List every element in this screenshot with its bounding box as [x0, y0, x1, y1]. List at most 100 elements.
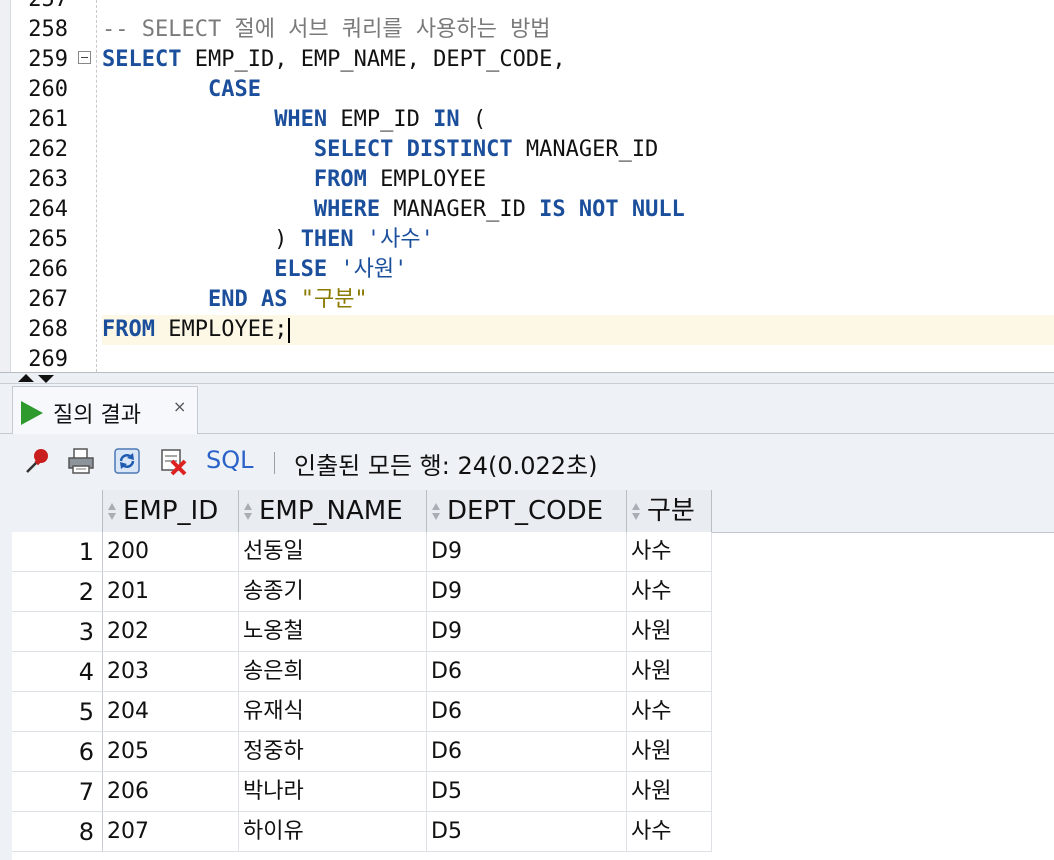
code-line[interactable]: WHERE MANAGER_ID IS NOT NULL [102, 195, 1054, 225]
sort-icon[interactable] [243, 501, 253, 523]
sql-link[interactable]: SQL [206, 446, 254, 474]
table-cell[interactable]: D9 [427, 612, 627, 652]
table-cell[interactable]: 200 [103, 532, 239, 572]
code-line[interactable]: ELSE '사원' [102, 255, 1054, 285]
table-cell[interactable]: 정중하 [239, 732, 427, 772]
sort-icon[interactable] [107, 501, 117, 523]
code-token: ELSE [274, 257, 328, 282]
table-cell[interactable]: 사원 [627, 612, 712, 652]
code-token: -- SELECT 절에 서브 쿼리를 사용하는 방법 [102, 17, 551, 42]
table-cell[interactable]: 206 [103, 772, 239, 812]
table-row[interactable]: 6 205 정중하 D6 사원 [12, 732, 1054, 772]
line-number: 262 [28, 137, 68, 162]
table-cell[interactable]: 사원 [627, 772, 712, 812]
text-caret [288, 317, 291, 343]
code-token: IN [433, 107, 460, 132]
table-cell[interactable]: 사수 [627, 812, 712, 852]
table-cell[interactable]: 205 [103, 732, 239, 772]
table-cell[interactable]: 사수 [627, 532, 712, 572]
table-row[interactable]: 4 203 송은희 D6 사원 [12, 652, 1054, 692]
sort-icon[interactable] [631, 501, 641, 523]
line-number: 269 [28, 347, 68, 372]
table-cell[interactable]: D9 [427, 572, 627, 612]
tab-query-result[interactable]: 질의 결과 × [12, 386, 198, 434]
code-line[interactable] [102, 0, 1054, 15]
column-header-label: 구분 [647, 496, 695, 526]
sql-editor[interactable]: 257258259260261262263264265266267268269 … [0, 0, 1054, 372]
table-cell[interactable]: 사원 [627, 732, 712, 772]
table-cell[interactable]: 203 [103, 652, 239, 692]
table-cell[interactable]: D5 [427, 772, 627, 812]
code-line[interactable]: FROM EMPLOYEE [102, 165, 1054, 195]
code-line[interactable]: ) THEN '사수' [102, 225, 1054, 255]
code-line[interactable]: WHEN EMP_ID IN ( [102, 105, 1054, 135]
table-cell[interactable]: 유재식 [239, 692, 427, 732]
column-header[interactable]: 구분 [627, 490, 712, 532]
tab-label: 질의 결과 [53, 403, 141, 428]
fetch-status-text: 인출된 모든 행: 24(0.022초) [294, 452, 598, 480]
code-line[interactable]: SELECT DISTINCT MANAGER_ID [102, 135, 1054, 165]
table-cell[interactable]: 사수 [627, 692, 712, 732]
table-cell[interactable]: 204 [103, 692, 239, 732]
refresh-icon[interactable] [112, 446, 142, 476]
table-cell[interactable]: 207 [103, 812, 239, 852]
table-cell[interactable]: D6 [427, 652, 627, 692]
code-line[interactable]: SELECT EMP_ID, EMP_NAME, DEPT_CODE, [102, 45, 1054, 75]
delete-icon[interactable] [158, 446, 188, 476]
table-cell[interactable]: D6 [427, 732, 627, 772]
table-cell[interactable]: 선동일 [239, 532, 427, 572]
run-icon [21, 401, 43, 425]
column-header[interactable]: EMP_NAME [239, 490, 427, 532]
result-tabbar: 질의 결과 × [0, 384, 1054, 434]
table-cell[interactable]: 사수 [627, 572, 712, 612]
close-icon[interactable]: × [173, 397, 186, 416]
result-grid[interactable]: EMP_ID EMP_NAME DEPT_CODE 구분 1 200 선동일 D9 사수 2 20… [12, 490, 1054, 860]
table-cell[interactable]: 송종기 [239, 572, 427, 612]
sort-icon[interactable] [431, 501, 441, 523]
code-token: '사원' [340, 257, 408, 282]
table-cell[interactable]: D9 [427, 532, 627, 572]
code-token: EMP_ID [327, 107, 434, 132]
table-row[interactable]: 8 207 하이유 D5 사수 [12, 812, 1054, 852]
print-icon[interactable] [66, 446, 96, 476]
result-toolbar: SQL 인출된 모든 행: 24(0.022초) [0, 434, 1054, 490]
table-row[interactable]: 7 206 박나라 D5 사원 [12, 772, 1054, 812]
current-code-line[interactable]: FROM EMPLOYEE; [102, 315, 1054, 345]
table-cell[interactable]: 202 [103, 612, 239, 652]
table-cell[interactable]: 박나라 [239, 772, 427, 812]
table-cell[interactable]: 노옹철 [239, 612, 427, 652]
table-row[interactable]: 5 204 유재식 D6 사수 [12, 692, 1054, 732]
line-number: 268 [28, 317, 68, 342]
maximize-down-icon[interactable] [38, 375, 54, 383]
pin-icon[interactable] [22, 446, 52, 476]
code-token: EMPLOYEE; [154, 317, 288, 342]
code-line[interactable]: -- SELECT 절에 서브 쿼리를 사용하는 방법 [102, 15, 1054, 45]
column-header[interactable]: EMP_ID [103, 490, 239, 532]
code-line[interactable]: CASE [102, 75, 1054, 105]
grid-corner [12, 490, 103, 532]
table-row[interactable]: 3 202 노옹철 D9 사원 [12, 612, 1054, 652]
line-number: 267 [28, 287, 68, 312]
table-row[interactable]: 2 201 송종기 D9 사수 [12, 572, 1054, 612]
code-line[interactable] [102, 345, 1054, 372]
table-row[interactable]: 1 200 선동일 D9 사수 [12, 532, 1054, 572]
table-cell[interactable]: D6 [427, 692, 627, 732]
table-cell[interactable]: 하이유 [239, 812, 427, 852]
pane-splitter[interactable] [0, 372, 1054, 384]
code-line[interactable]: END AS "구분" [102, 285, 1054, 315]
table-cell[interactable]: D5 [427, 812, 627, 852]
code-token: SELECT [102, 47, 182, 72]
column-header-label: DEPT_CODE [447, 496, 604, 526]
table-cell[interactable]: 201 [103, 572, 239, 612]
maximize-up-icon[interactable] [18, 374, 34, 382]
table-cell[interactable]: 사원 [627, 652, 712, 692]
table-cell[interactable]: 송은희 [239, 652, 427, 692]
code-token: "구분" [300, 287, 368, 312]
column-header[interactable]: DEPT_CODE [427, 490, 627, 532]
fold-collapse-icon[interactable] [78, 51, 91, 64]
